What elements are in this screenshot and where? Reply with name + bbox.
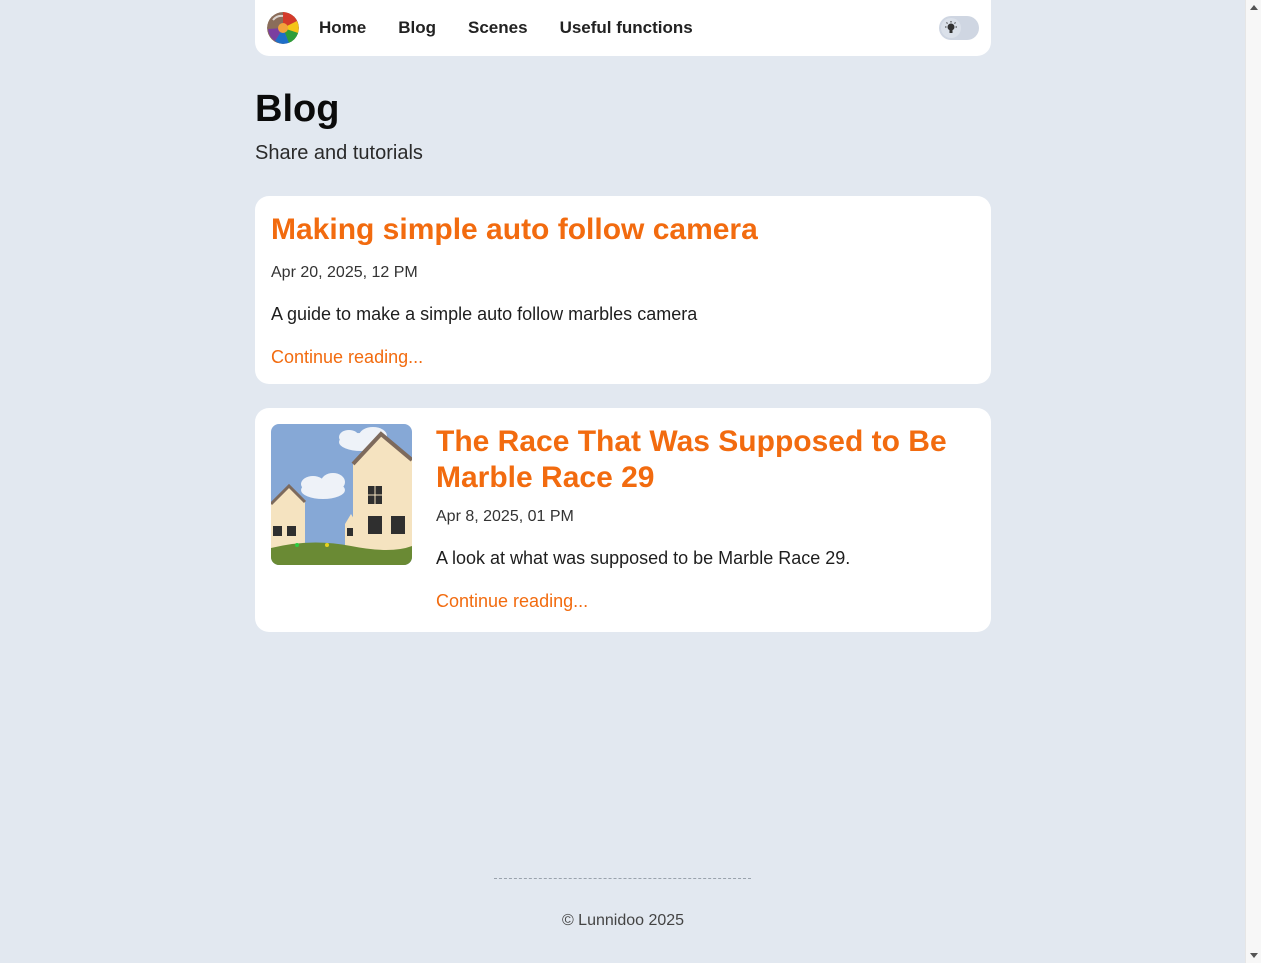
page-header: Blog Share and tutorials	[255, 89, 991, 165]
nav-link-scenes[interactable]: Scenes	[468, 18, 528, 38]
post-title[interactable]: Making simple auto follow camera	[271, 212, 975, 248]
post-card: The Race That Was Supposed to Be Marble …	[255, 408, 991, 632]
footer-copyright: © Lunnidoo 2025	[561, 912, 685, 929]
scroll-down-icon[interactable]	[1250, 953, 1258, 958]
theme-toggle[interactable]	[939, 16, 979, 40]
navbar: Home Blog Scenes Useful functions	[255, 0, 991, 56]
lightbulb-icon	[941, 18, 961, 38]
page: Home Blog Scenes Useful functions Blog S…	[0, 0, 1261, 963]
main-container: Home Blog Scenes Useful functions Blog S…	[255, 0, 991, 632]
post-excerpt: A guide to make a simple auto follow mar…	[271, 304, 698, 324]
nav-link-useful-functions[interactable]: Useful functions	[560, 18, 693, 38]
vertical-scrollbar[interactable]	[1245, 0, 1261, 963]
page-subtitle: Share and tutorials	[255, 142, 423, 164]
continue-reading-link[interactable]: Continue reading...	[436, 591, 588, 612]
post-date: Apr 20, 2025, 12 PM	[271, 264, 418, 281]
continue-reading-link[interactable]: Continue reading...	[271, 347, 423, 368]
post-excerpt: A look at what was supposed to be Marble…	[436, 548, 851, 568]
footer-divider	[494, 878, 751, 879]
page-title: Blog	[255, 88, 340, 130]
post-thumbnail[interactable]	[271, 424, 412, 565]
scroll-up-icon[interactable]	[1250, 5, 1258, 10]
nav-link-blog[interactable]: Blog	[398, 18, 436, 38]
post-date: Apr 8, 2025, 01 PM	[436, 508, 574, 525]
post-card: Making simple auto follow camera Apr 20,…	[255, 196, 991, 384]
post-body: The Race That Was Supposed to Be Marble …	[436, 424, 975, 616]
post-title[interactable]: The Race That Was Supposed to Be Marble …	[436, 424, 975, 496]
marble-logo-icon[interactable]	[267, 12, 299, 44]
nav-link-home[interactable]: Home	[319, 18, 366, 38]
